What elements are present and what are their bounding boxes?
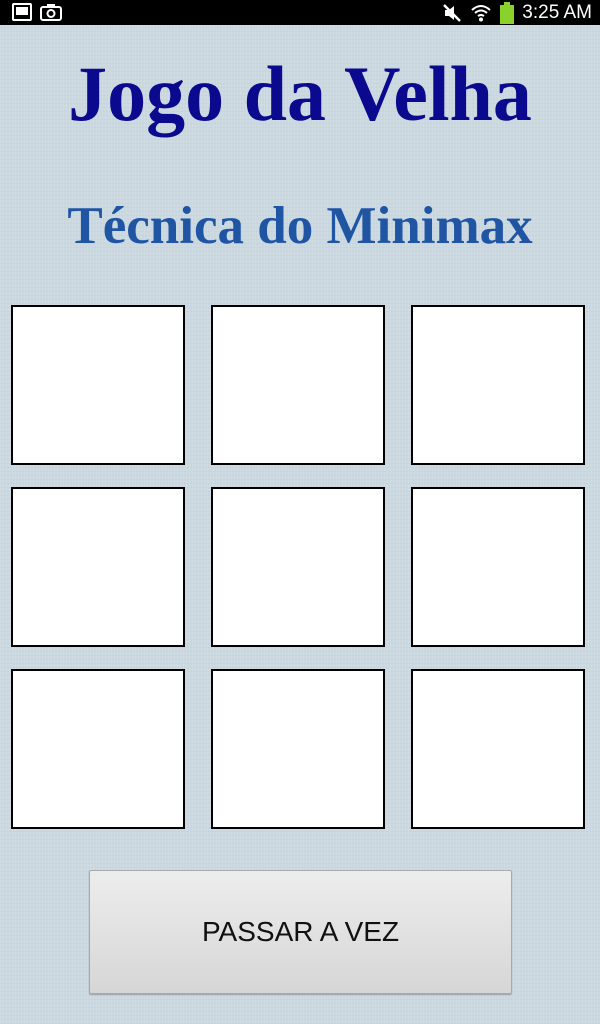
pass-turn-button[interactable]: PASSAR A VEZ <box>89 870 512 994</box>
status-time: 3:25 AM <box>522 2 592 23</box>
board-cell-2-1[interactable] <box>211 669 385 829</box>
board-cell-1-2[interactable] <box>411 487 585 647</box>
camera-icon <box>40 3 62 21</box>
board-cell-0-0[interactable] <box>11 305 185 465</box>
mute-icon <box>442 3 462 23</box>
game-subtitle: Técnica do Minimax <box>67 197 533 255</box>
status-left-icons <box>12 3 62 21</box>
board-cell-2-0[interactable] <box>11 669 185 829</box>
board-cell-1-1[interactable] <box>211 487 385 647</box>
status-bar: 3:25 AM <box>0 0 600 25</box>
status-right-icons: 3:25 AM <box>442 0 592 25</box>
board-cell-2-2[interactable] <box>411 669 585 829</box>
wifi-icon <box>470 3 492 23</box>
battery-icon <box>500 1 515 24</box>
board-cell-1-0[interactable] <box>11 487 185 647</box>
board-cell-0-2[interactable] <box>411 305 585 465</box>
board-cell-0-1[interactable] <box>211 305 385 465</box>
game-title: Jogo da Velha <box>68 50 532 137</box>
gallery-icon <box>12 3 32 21</box>
